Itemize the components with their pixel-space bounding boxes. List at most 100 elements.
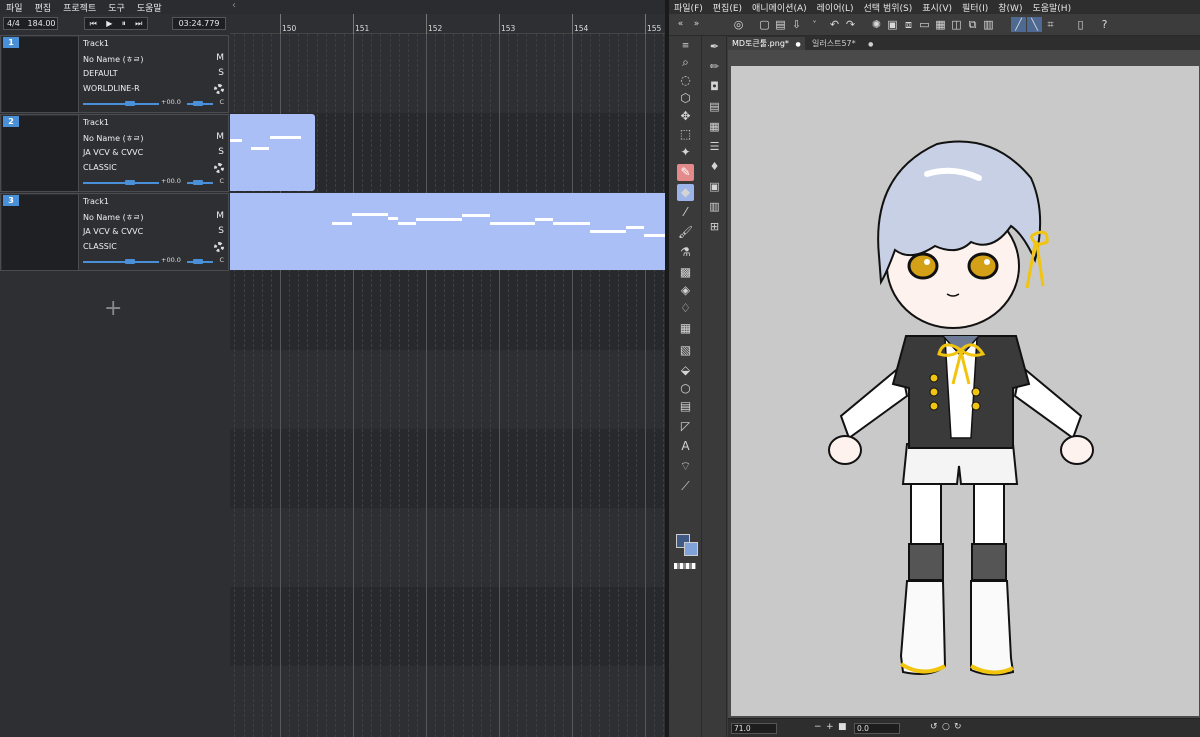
volume-slider[interactable] (83, 261, 159, 263)
solo-button[interactable]: S (218, 68, 224, 78)
note[interactable] (251, 147, 269, 150)
wand-icon[interactable]: ✦ (677, 144, 694, 161)
pan-knob[interactable] (193, 180, 203, 185)
new-file-icon[interactable]: ▢ (757, 17, 772, 32)
open-file-icon[interactable]: ▤ (773, 17, 788, 32)
ruler-snap-icon[interactable]: ▥ (981, 17, 996, 32)
pan-knob[interactable] (193, 259, 203, 264)
note[interactable] (462, 214, 490, 217)
volume-slider[interactable] (83, 103, 159, 105)
auto-select-icon[interactable]: ⬚ (677, 126, 694, 143)
note[interactable] (332, 222, 352, 225)
brush-icon[interactable]: 🖌 (677, 224, 694, 241)
airbrush-icon[interactable]: ⚗ (677, 244, 694, 261)
rotate-right-icon[interactable]: ↻ (954, 722, 962, 732)
solo-button[interactable]: S (218, 147, 224, 157)
track-header-1[interactable]: 1 Track1 No Name (ㅎㄹ) M DEFAULT S WORLDL… (0, 35, 229, 113)
drawing-canvas[interactable] (731, 66, 1199, 716)
note[interactable] (270, 136, 301, 139)
shape-icon[interactable]: ○ (677, 380, 694, 397)
note[interactable] (626, 226, 644, 229)
frame-icon[interactable]: ▤ (677, 398, 694, 415)
angle-value[interactable]: 0.0 (854, 723, 900, 734)
note[interactable] (398, 222, 416, 225)
menu-edit[interactable]: 편집(E) (708, 1, 747, 14)
menu-help[interactable]: 도움말 (131, 1, 168, 14)
doc-tab-2[interactable]: 일러스트57* ● (808, 37, 877, 50)
balloon-icon[interactable]: ⌔ (677, 458, 694, 475)
phonemizer-select[interactable]: DEFAULT (83, 69, 118, 78)
fit-icon[interactable]: ■ (838, 722, 847, 732)
note[interactable] (388, 217, 398, 220)
grid-icon[interactable]: ⊞ (706, 218, 723, 235)
close-tab-icon[interactable]: ● (868, 41, 873, 48)
timeline-ruler[interactable]: 150 151 152 153 154 155 (230, 14, 665, 34)
sub-color-swatch[interactable] (684, 542, 698, 556)
add-track-button[interactable]: + (104, 298, 122, 320)
undo-icon[interactable]: ↶ (827, 17, 842, 32)
tone-icon[interactable]: ▥ (706, 198, 723, 215)
chevron-double-left-icon[interactable]: « (673, 17, 688, 32)
chevron-down-icon[interactable]: ˅ (807, 17, 822, 32)
menu-tools[interactable]: 도구 (102, 1, 131, 14)
doc-tab-1[interactable]: MD토큰툴.png* ● (728, 37, 805, 50)
mute-button[interactable]: M (216, 132, 224, 142)
close-tab-icon[interactable]: ● (795, 41, 800, 48)
clear-icon[interactable]: ✺ (869, 17, 884, 32)
solo-button[interactable]: S (218, 226, 224, 236)
pencil-sub-icon[interactable]: ✏ (706, 58, 723, 75)
film-icon[interactable]: ▣ (706, 178, 723, 195)
tempo-box[interactable]: 4/4 184.00 (3, 17, 58, 30)
note[interactable] (490, 222, 535, 225)
move-icon[interactable]: ✥ (677, 108, 694, 125)
menu-filter[interactable]: 필터(I) (957, 1, 993, 14)
note[interactable] (535, 218, 553, 221)
decoration-icon[interactable]: ▩ (677, 264, 694, 281)
menu-view[interactable]: 표시(V) (917, 1, 957, 14)
reset-rotate-icon[interactable]: ○ (942, 722, 950, 732)
volume-knob[interactable] (125, 101, 135, 106)
pen-sub-icon[interactable]: ✒ (706, 38, 723, 55)
menu-file[interactable]: 파일(F) (669, 1, 708, 14)
invert-selection-icon[interactable]: ▦ (933, 17, 948, 32)
track-header-3[interactable]: 3 Track1 No Name (ㅎㄹ) M JA VCV & CVVC S … (0, 193, 229, 271)
note[interactable] (590, 230, 626, 233)
app-logo-icon[interactable]: ◎ (731, 17, 746, 32)
canvas-area[interactable] (728, 50, 1200, 718)
mute-button[interactable]: M (216, 211, 224, 221)
chevron-double-right-icon[interactable]: » (689, 17, 704, 32)
skip-forward-icon[interactable]: ⏭ (135, 18, 142, 29)
water-icon[interactable]: ♢ (677, 300, 694, 317)
help-icon[interactable]: ? (1097, 17, 1112, 32)
zoom-value[interactable]: 71.0 (731, 723, 777, 734)
menu-edit[interactable]: 편집 (29, 1, 58, 14)
gear-icon[interactable] (214, 242, 224, 252)
snap-grid-icon[interactable]: ╲ (1027, 17, 1042, 32)
menu-animation[interactable]: 애니메이션(A) (747, 1, 812, 14)
part-track-3[interactable] (230, 193, 665, 270)
pen-icon[interactable]: ✎ (677, 164, 694, 181)
snap-special-icon[interactable]: ⌗ (1043, 17, 1058, 32)
play-icon[interactable]: ▶ (106, 18, 112, 29)
stack-icon[interactable]: ☰ (706, 138, 723, 155)
eyedropper-icon[interactable]: ⁄ (677, 204, 694, 221)
fill-selection-icon[interactable]: ▣ (885, 17, 900, 32)
gradient-icon[interactable]: ▧ (677, 342, 694, 359)
transform-icon[interactable]: ⧈ (901, 17, 916, 32)
text-icon[interactable]: A (677, 438, 694, 455)
renderer-select[interactable]: CLASSIC (83, 163, 117, 172)
eraser-icon[interactable]: ◆ (677, 184, 694, 201)
zoom-in-icon[interactable]: + (826, 722, 834, 732)
smartphone-icon[interactable]: ▯ (1073, 17, 1088, 32)
transparent-color-swatch[interactable] (674, 563, 696, 569)
zoom-icon[interactable]: ⌕ (677, 54, 694, 71)
phonemizer-select[interactable]: JA VCV & CVVC (83, 227, 143, 236)
fill-icon[interactable]: ⬙ (677, 362, 694, 379)
volume-knob[interactable] (125, 259, 135, 264)
renderer-select[interactable]: CLASSIC (83, 242, 117, 251)
skip-back-icon[interactable]: ⏮ (90, 18, 97, 29)
menu-help[interactable]: 도움말(H) (1027, 1, 1076, 14)
mute-button[interactable]: M (216, 53, 224, 63)
note[interactable] (230, 139, 242, 142)
note[interactable] (553, 222, 590, 225)
